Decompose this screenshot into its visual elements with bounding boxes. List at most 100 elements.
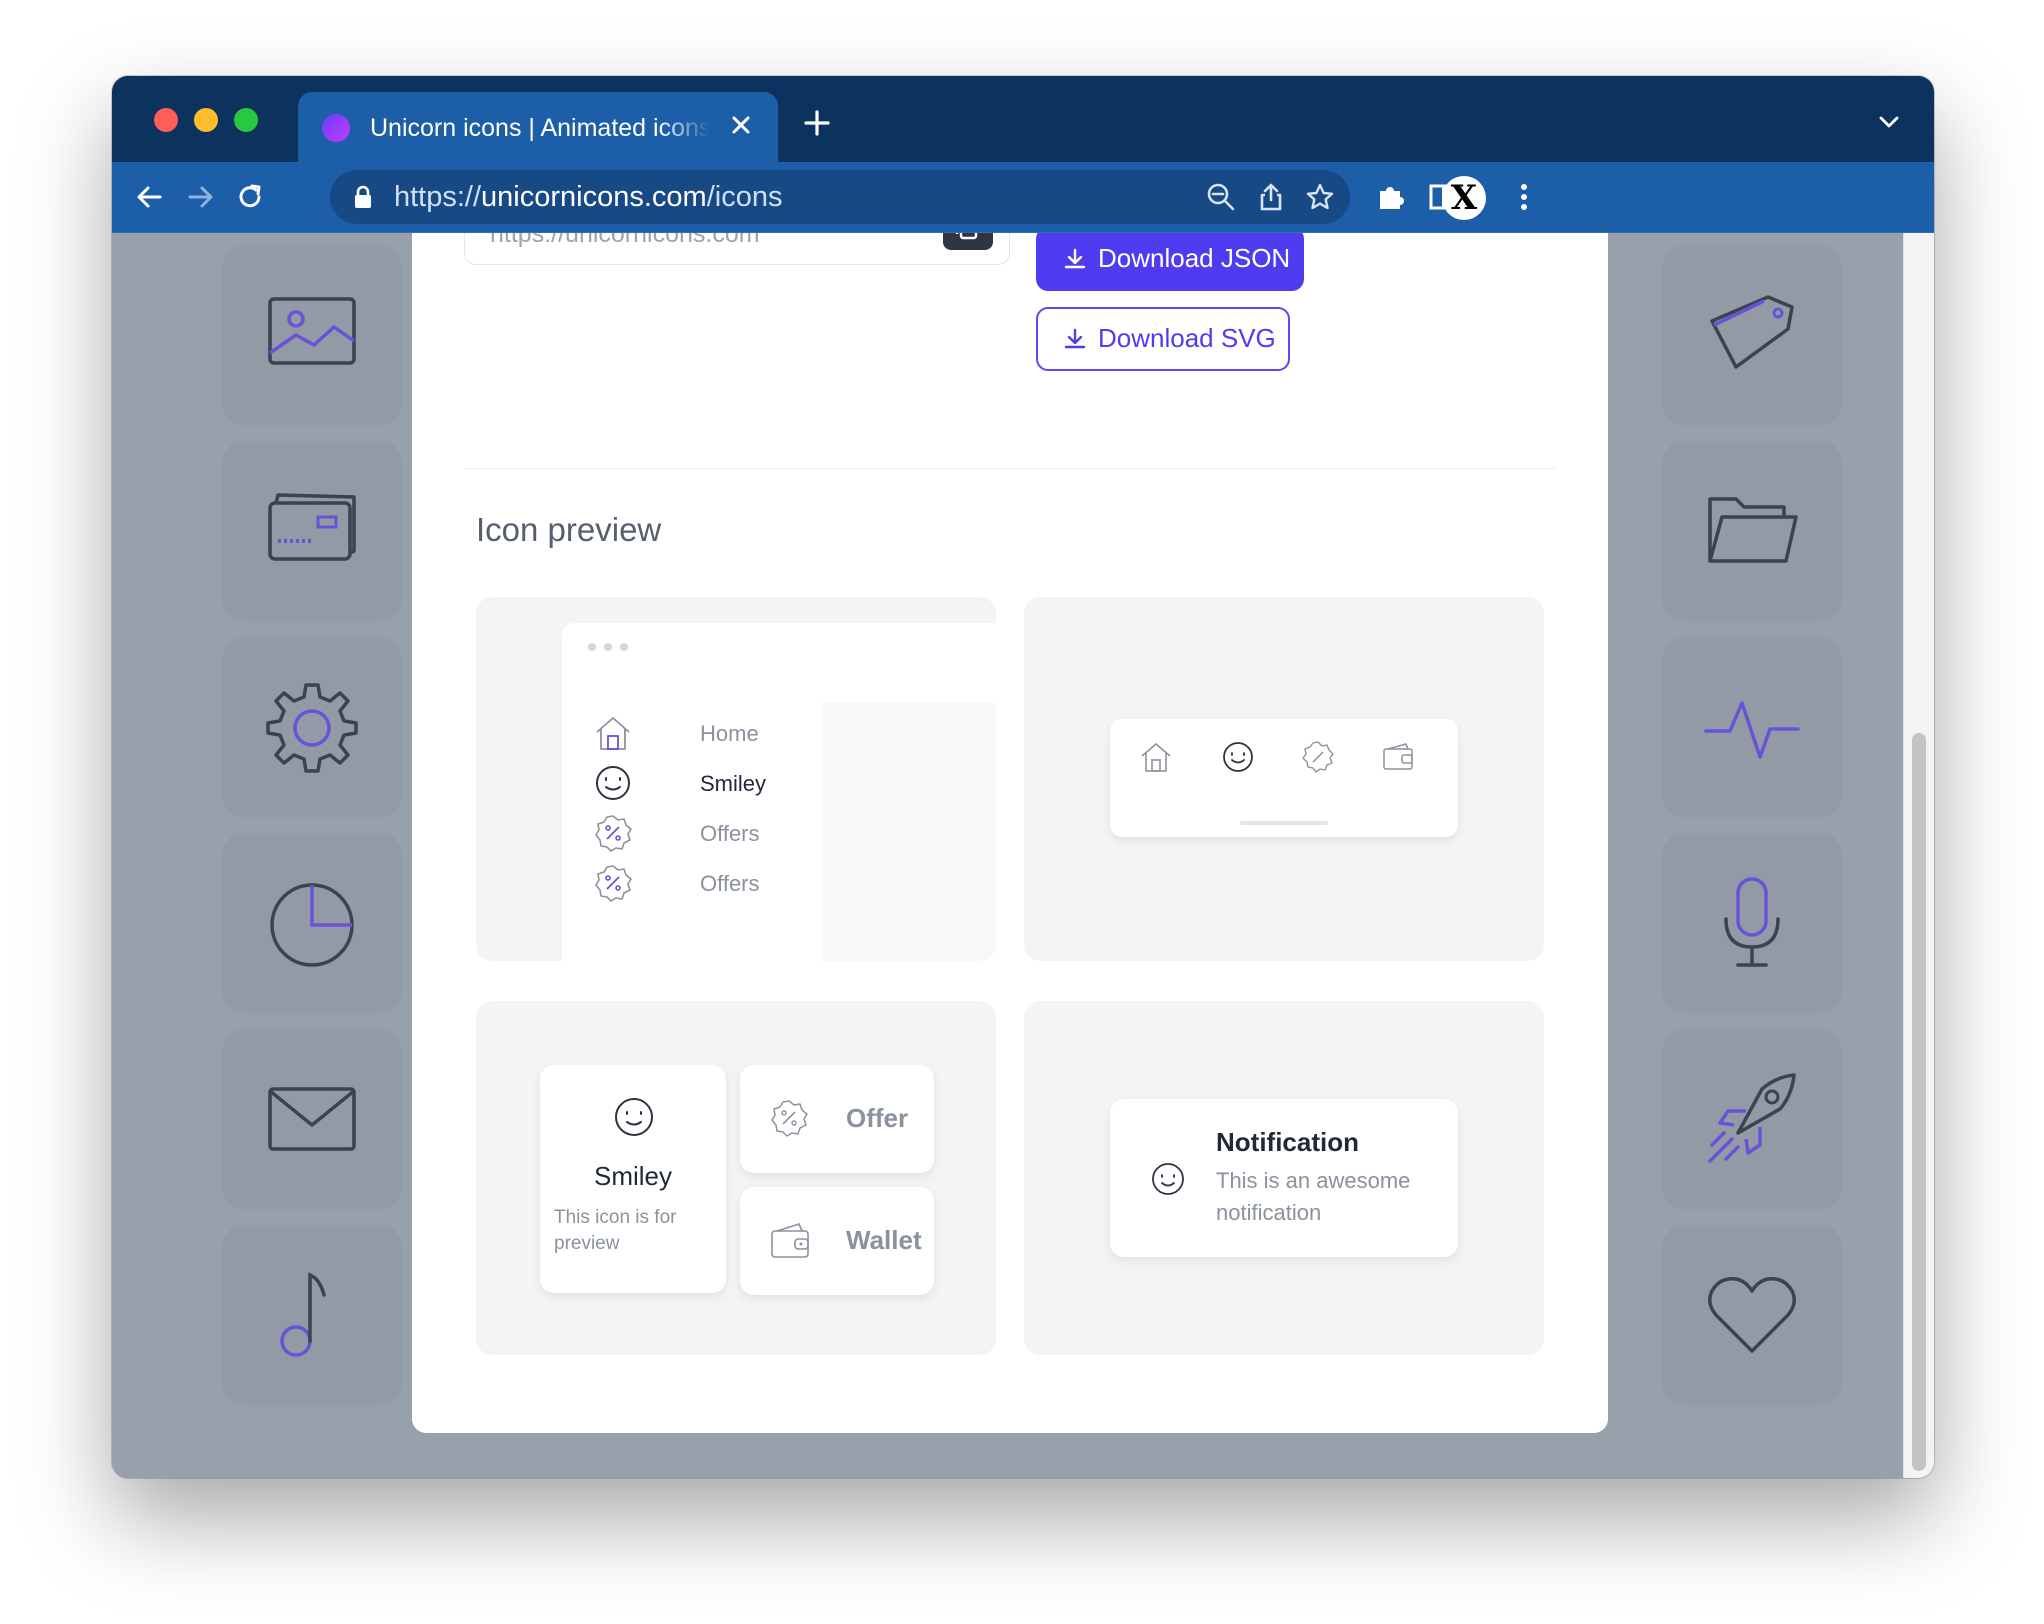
download-json-label: Download JSON: [1098, 243, 1291, 273]
smiley-icon[interactable]: [1220, 739, 1256, 775]
offer-widget-label: Offer: [846, 1103, 909, 1133]
menu-item-label: Offers: [700, 821, 760, 846]
wallet-icon: [771, 1223, 809, 1258]
menu-item-offers[interactable]: Offers: [592, 811, 760, 855]
maximize-window-button[interactable]: [234, 108, 258, 132]
scrollbar-thumb[interactable]: [1912, 733, 1926, 1471]
smiley-icon: [596, 766, 630, 800]
bg-tile-music: [222, 1225, 402, 1405]
smiley-widget-card[interactable]: Smiley This icon is for preview: [540, 1065, 726, 1293]
browser-tab-active[interactable]: Unicorn icons | Animated icons: [298, 92, 778, 162]
menu-item-label: Home: [700, 721, 759, 746]
browser-toolbar: https://unicornicons.com/icons X: [112, 162, 1934, 233]
window-dots: [588, 643, 628, 651]
download-icon: [1064, 248, 1086, 268]
smiley-widget-description: This icon is for preview: [554, 1207, 677, 1254]
more-menu-icon[interactable]: [1506, 179, 1542, 215]
home-icon[interactable]: [1138, 739, 1174, 775]
wallet-icon[interactable]: [1380, 739, 1416, 775]
notification-preview-panel: Notification This is an awesome notifica…: [1024, 1001, 1544, 1355]
extensions-puzzle-icon[interactable]: [1374, 179, 1410, 215]
menu-item-home[interactable]: Home: [592, 711, 759, 755]
chevron-down-icon[interactable]: [1876, 112, 1902, 132]
menu-item-label: Offers: [700, 871, 760, 896]
home-indicator: [1240, 821, 1328, 825]
icon-preview-heading: Icon preview: [476, 511, 662, 548]
tabbar-preview-card: [1110, 719, 1458, 837]
page-scrollbar[interactable]: [1903, 233, 1934, 1478]
new-tab-icon[interactable]: [802, 108, 832, 138]
bg-tile-mail: [222, 1029, 402, 1209]
offer-badge-icon[interactable]: [1300, 739, 1336, 775]
address-bar[interactable]: https://unicornicons.com/icons: [330, 170, 1350, 224]
menu-preview-panel: Home Smiley Offers Offers: [476, 597, 996, 961]
copy-url-button[interactable]: [943, 233, 993, 250]
bg-tile-tag: [1662, 245, 1842, 425]
credit-card-icon: [268, 493, 356, 561]
offer-badge-icon: [595, 815, 632, 852]
bg-tile-card: [222, 441, 402, 621]
bg-tile-pie: [222, 833, 402, 1013]
zoom-out-icon[interactable]: [1206, 182, 1236, 212]
folder-icon: [1708, 497, 1798, 563]
tab-title: Unicorn icons | Animated icons: [370, 114, 710, 142]
tag-icon: [1710, 295, 1794, 369]
download-svg-button[interactable]: Download SVG: [1036, 307, 1290, 371]
bg-tile-image: [222, 245, 402, 425]
lock-icon: [355, 185, 371, 208]
bg-tile-heart: [1662, 1225, 1842, 1405]
offer-widget-card[interactable]: Offer: [740, 1065, 934, 1173]
download-svg-label: Download SVG: [1098, 323, 1276, 353]
share-url-input[interactable]: https://unicornicons.com: [464, 233, 1010, 265]
bg-tile-pulse: [1662, 637, 1842, 817]
download-json-button[interactable]: Download JSON: [1036, 233, 1304, 291]
wallet-widget-card[interactable]: Wallet: [740, 1187, 934, 1295]
notification-title: Notification: [1216, 1127, 1359, 1157]
heart-icon: [1708, 1277, 1796, 1353]
reload-icon[interactable]: [232, 179, 268, 215]
pulse-icon: [1704, 701, 1800, 759]
microphone-icon: [1724, 877, 1780, 967]
share-url-value: https://unicornicons.com: [490, 233, 760, 248]
url-path: /icons: [706, 181, 783, 213]
notification-body: This is an awesome notification: [1216, 1168, 1411, 1225]
forward-arrow-icon[interactable]: [182, 179, 218, 215]
offer-badge-icon: [771, 1100, 808, 1137]
bg-tile-gear: [222, 637, 402, 817]
copy-icon: [955, 233, 978, 240]
widgets-preview-panel: Smiley This icon is for preview Offer Wa…: [476, 1001, 996, 1355]
download-icon: [1064, 328, 1086, 348]
profile-avatar[interactable]: X: [1442, 176, 1486, 220]
share-icon[interactable]: [1256, 182, 1286, 212]
menu-item-smiley[interactable]: Smiley: [592, 761, 766, 805]
browser-window: Unicorn icons | Animated icons https://u…: [112, 76, 1934, 1478]
page-viewport: https://unicornicons.com Download JSON D…: [112, 233, 1934, 1478]
close-tab-icon[interactable]: [726, 110, 756, 140]
smiley-widget-title: Smiley: [593, 1161, 672, 1191]
url-text: https://unicornicons.com/icons: [394, 181, 782, 213]
close-window-button[interactable]: [154, 108, 178, 132]
image-icon: [268, 297, 356, 365]
minimize-window-button[interactable]: [194, 108, 218, 132]
url-host: unicornicons.com: [481, 181, 707, 213]
bg-tile-rocket: [1662, 1029, 1842, 1209]
url-scheme: https://: [394, 181, 482, 213]
bg-tile-mic: [1662, 833, 1842, 1013]
tab-strip: Unicorn icons | Animated icons: [112, 76, 1934, 162]
back-arrow-icon[interactable]: [132, 179, 168, 215]
bg-tile-folder: [1662, 441, 1842, 621]
menu-item-offers[interactable]: Offers: [592, 861, 760, 905]
notification-card[interactable]: Notification This is an awesome notifica…: [1110, 1099, 1458, 1257]
pie-chart-icon: [270, 883, 354, 967]
mail-icon: [268, 1087, 356, 1151]
menu-preview-app: Home Smiley Offers Offers: [562, 623, 996, 961]
menu-item-label: Smiley: [700, 771, 767, 796]
bookmark-star-icon[interactable]: [1305, 182, 1335, 212]
tabbar-preview-panel: [1024, 597, 1544, 961]
smiley-icon: [1152, 1163, 1184, 1195]
menu-preview-content: [822, 703, 996, 961]
rocket-icon: [1708, 1073, 1796, 1163]
gear-icon: [266, 683, 358, 773]
unicorn-favicon-icon: [322, 114, 350, 142]
icon-detail-card: https://unicornicons.com Download JSON D…: [412, 233, 1608, 1433]
